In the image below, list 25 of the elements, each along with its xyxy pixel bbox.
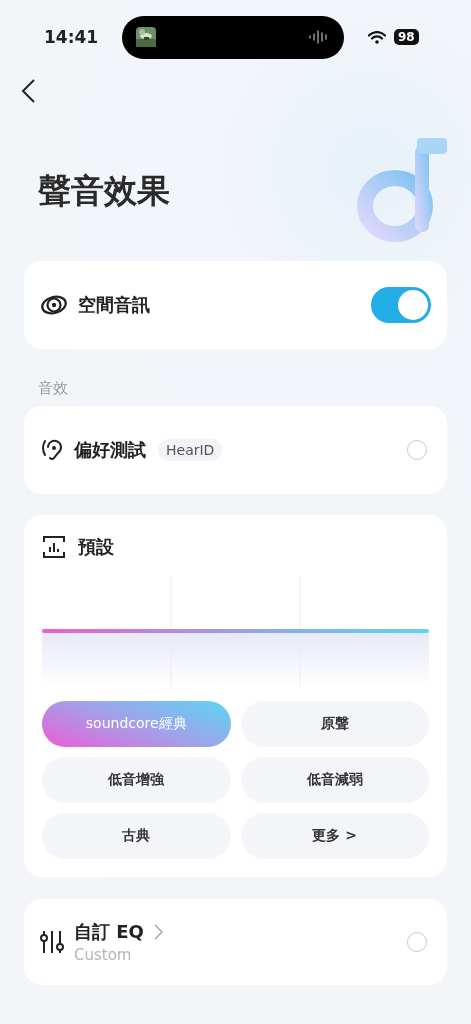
- hearid-label: 偏好測試: [74, 438, 146, 462]
- presets-title: 預設: [78, 535, 114, 559]
- section-label: 音效: [38, 379, 69, 398]
- preset-button[interactable]: 古典: [42, 813, 231, 859]
- hearid-tag: HearID: [158, 439, 223, 461]
- spatial-audio-label: 空間音訊: [78, 293, 150, 317]
- page-title: 聲音效果: [38, 169, 170, 212]
- preset-button[interactable]: 原聲: [240, 701, 429, 747]
- waveform-icon: [308, 30, 330, 44]
- custom-eq-card[interactable]: 自訂 EQ Custom: [24, 899, 447, 985]
- preset-button[interactable]: 更多 >: [240, 813, 429, 859]
- hearid-card[interactable]: 偏好測試 HearID: [24, 406, 447, 494]
- spatial-audio-icon: [40, 293, 68, 317]
- wifi-icon: [368, 30, 386, 44]
- custom-eq-label: 自訂 EQ: [74, 920, 144, 944]
- status-time: 14:41: [43, 27, 100, 47]
- spatial-audio-toggle[interactable]: [371, 287, 431, 323]
- preset-button[interactable]: 低音減弱: [240, 757, 429, 803]
- ear-icon: [40, 438, 64, 462]
- preset-button[interactable]: 低音增強: [42, 757, 231, 803]
- sliders-icon: [40, 929, 64, 955]
- custom-eq-sublabel: Custom: [74, 946, 133, 964]
- battery-level: 98: [394, 29, 419, 45]
- equalizer-icon: [42, 535, 66, 559]
- chevron-right-icon: [153, 924, 163, 940]
